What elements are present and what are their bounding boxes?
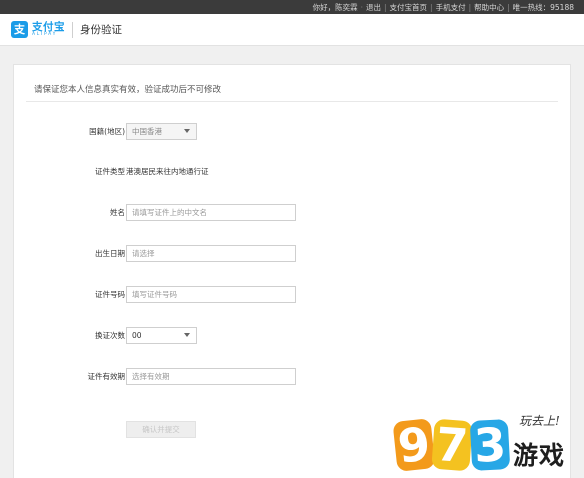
validity-input[interactable]: 选择有效期 <box>126 367 296 385</box>
dob-label: 出生日期 <box>95 248 125 258</box>
nationality-select[interactable]: 中国香港 <box>126 122 197 140</box>
logout-link[interactable]: 退出 <box>366 2 381 13</box>
logo-en: ALIPAY <box>32 32 58 37</box>
alipay-logo-icon[interactable]: 支 <box>11 21 28 38</box>
top-nav-bar: 你好，陈奕霖 · 退出 | 支付宝首页 | 手机支付 | 帮助中心 | 唯一热线… <box>0 0 584 14</box>
validity-row: 证件有效期 选择有效期 <box>14 366 572 386</box>
validity-label: 证件有效期 <box>87 371 126 381</box>
watermark-digit: 7 <box>431 417 473 473</box>
id-number-input[interactable]: 填写证件号码 <box>126 285 296 303</box>
name-row: 姓名 请填写证件上的中文名 <box>14 202 572 222</box>
nationality-value: 中国香港 <box>132 126 162 136</box>
nationality-label: 国籍(地区) <box>89 126 125 136</box>
page-header: 支 支付宝 ALIPAY 身份验证 <box>0 14 584 46</box>
name-input[interactable]: 请填写证件上的中文名 <box>126 203 296 221</box>
hotline-text: 唯一热线：95188 <box>512 2 574 12</box>
separator: | <box>507 2 510 12</box>
id-type-row: 证件类型 港澳居民来往内地通行证 <box>14 161 572 181</box>
renewals-value: 00 <box>132 330 142 340</box>
notice-text: 请保证您本人信息真实有效，验证成功后不可修改 <box>34 85 222 95</box>
header-divider <box>72 21 73 38</box>
renewals-select[interactable]: 00 <box>126 326 197 344</box>
name-placeholder: 请填写证件上的中文名 <box>132 207 207 217</box>
id-type-value: 港澳居民来往内地通行证 <box>126 166 209 176</box>
user-greeting: 你好，陈奕霖 <box>312 2 358 12</box>
separator: | <box>384 2 387 12</box>
id-number-placeholder: 填写证件号码 <box>132 289 177 299</box>
page-title: 身份验证 <box>80 24 122 36</box>
renewals-row: 换证次数 00 <box>14 325 572 345</box>
help-center-link[interactable]: 帮助中心 <box>474 2 504 13</box>
watermark-digit: 3 <box>469 417 511 473</box>
alipay-logo-text[interactable]: 支付宝 ALIPAY <box>32 20 65 38</box>
dob-placeholder: 请选择 <box>132 248 155 258</box>
id-number-row: 证件号码 填写证件号码 <box>14 284 572 304</box>
logo-mark-text: 支 <box>14 23 25 36</box>
id-number-label: 证件号码 <box>95 289 125 299</box>
separator: · <box>360 2 364 12</box>
watermark-name: 游戏 <box>513 441 566 470</box>
dob-row: 出生日期 请选择 <box>14 243 572 263</box>
watermark-slogan: 玩去上! <box>519 414 560 428</box>
validity-placeholder: 选择有效期 <box>132 371 170 381</box>
separator: | <box>468 2 472 12</box>
dob-input[interactable]: 请选择 <box>126 244 296 262</box>
id-type-label: 证件类型 <box>95 166 125 176</box>
alipay-home-link[interactable]: 支付宝首页 <box>390 2 428 13</box>
chevron-down-icon <box>184 333 190 337</box>
chevron-down-icon <box>184 129 190 133</box>
separator: | <box>430 2 433 12</box>
submit-button[interactable]: 确认并提交 <box>126 421 196 438</box>
nationality-row: 国籍(地区) 中国香港 <box>14 121 572 141</box>
logo-cn: 支付宝 <box>32 20 65 33</box>
watermark-digit: 9 <box>392 416 436 474</box>
mobile-pay-link[interactable]: 手机支付 <box>436 2 466 13</box>
notice-divider <box>26 101 558 102</box>
site-watermark: 9 7 3 玩去上! 游戏 <box>392 410 584 478</box>
renewals-label: 换证次数 <box>95 330 125 340</box>
name-label: 姓名 <box>110 207 125 217</box>
